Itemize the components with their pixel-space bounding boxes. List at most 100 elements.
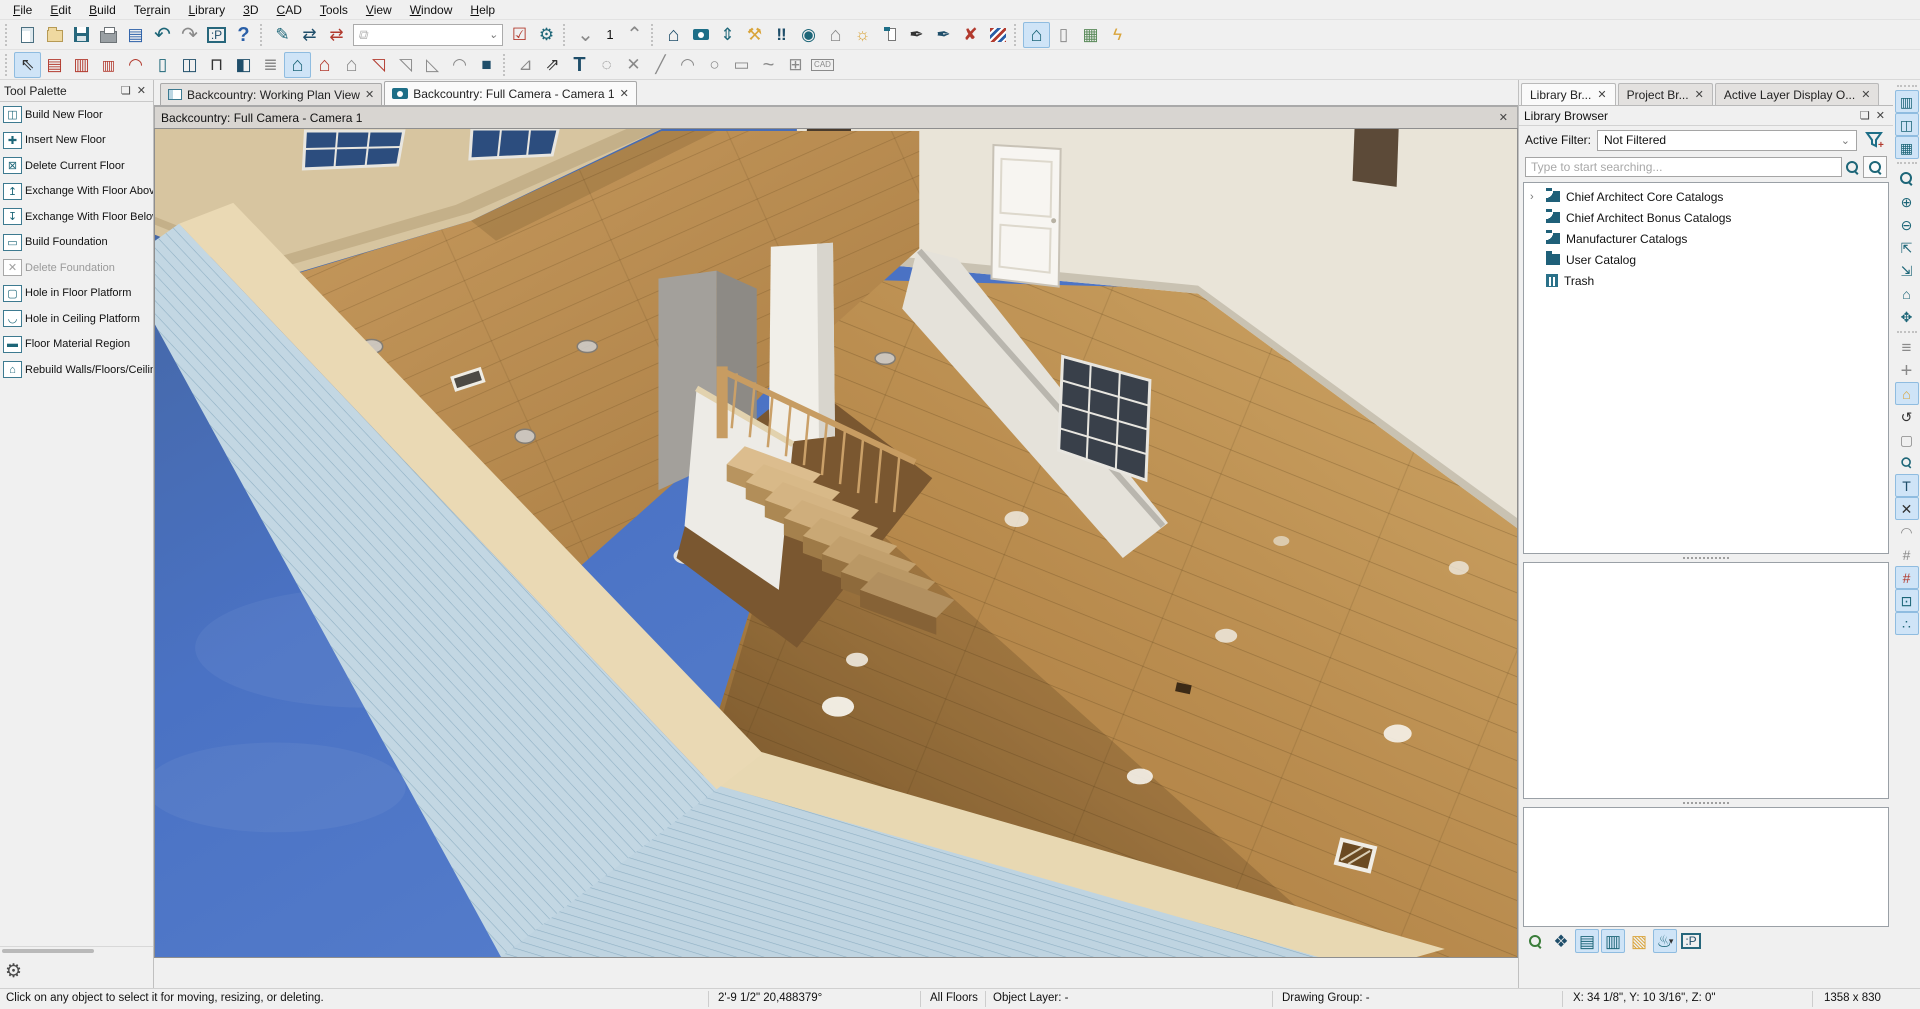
point-resize-button[interactable]: ⇱ (1895, 236, 1919, 259)
wall-opening-button[interactable]: ◧ (230, 52, 257, 78)
tab-active-layer-display[interactable]: Active Layer Display O...✕ (1715, 83, 1880, 105)
delete-view-button[interactable]: ✘ (957, 22, 984, 48)
tree-item-core-catalogs[interactable]: ›Chief Architect Core Catalogs (1524, 186, 1888, 207)
palette-item-hole-floor-platform[interactable]: ▢Hole in Floor Platform (0, 281, 153, 307)
hide-textures-button[interactable]: ▧ (1627, 929, 1651, 953)
cad-line-button[interactable]: ╱ (647, 52, 674, 78)
print-preview-button[interactable]: ▤ (122, 22, 149, 48)
palette-item-build-foundation[interactable]: ▭Build Foundation (0, 230, 153, 256)
zoom-out-button[interactable]: ⊖ (1895, 213, 1919, 236)
interior-wall-button[interactable]: ▥ (95, 52, 122, 78)
preview-panel-button[interactable]: :P (1679, 929, 1703, 953)
active-defaults-button[interactable]: :P (203, 22, 230, 48)
menu-library[interactable]: Library (179, 2, 234, 18)
scrollbar-thumb[interactable] (2, 949, 94, 953)
advanced-search-button[interactable] (1863, 156, 1887, 178)
tree-item-user-catalog[interactable]: User Catalog (1524, 249, 1888, 270)
open-plan-button[interactable] (41, 22, 68, 48)
gable-roof-button[interactable]: ◺ (419, 52, 446, 78)
grid-snaps-button[interactable]: # (1895, 566, 1919, 589)
library-search-input[interactable] (1525, 157, 1842, 177)
new-plan-button[interactable] (14, 22, 41, 48)
build-house-button[interactable]: ⌂ (284, 52, 311, 78)
zoom-in-button[interactable]: ⊕ (1895, 190, 1919, 213)
library-browser-rail-button[interactable]: ▥ (1895, 90, 1919, 113)
pane-splitter[interactable] (1519, 554, 1893, 562)
active-filter-select[interactable]: Not Filtered ⌄ (1597, 130, 1857, 151)
cross-hair-button[interactable]: + (1895, 359, 1919, 382)
camera-view-button[interactable]: ⌂ (660, 22, 687, 48)
close-tab-icon[interactable]: ✕ (1861, 88, 1870, 101)
cad-spline-button[interactable]: ~ (755, 52, 782, 78)
roof-plane-button[interactable]: ◹ (392, 52, 419, 78)
rotate-plan-button[interactable]: ↺ (1895, 405, 1919, 428)
delete-marker-button[interactable]: ✕ (1895, 497, 1919, 520)
3d-solid-button[interactable]: ■ (473, 52, 500, 78)
palette-item-hole-ceiling-platform[interactable]: ◡Hole in Ceiling Platform (0, 306, 153, 332)
floor-down-button[interactable]: ⌄ (572, 22, 599, 48)
electrical-view-button[interactable]: ϟ (1104, 22, 1131, 48)
walkthrough-button[interactable]: ‼ (768, 22, 795, 48)
tree-item-trash[interactable]: Trash (1524, 270, 1888, 291)
close-tab-icon[interactable]: ✕ (1695, 88, 1704, 101)
tab-library-browser[interactable]: Library Br...✕ (1521, 83, 1616, 105)
arc-guide-button[interactable]: ◠ (1895, 520, 1919, 543)
cad-circle-button[interactable]: ○ (701, 52, 728, 78)
menu-3d[interactable]: 3D (234, 2, 267, 18)
menu-cad[interactable]: CAD (268, 2, 311, 18)
dimension-button[interactable]: ⊿ (512, 52, 539, 78)
expand-chevron-icon[interactable]: › (1530, 191, 1540, 203)
leader-marker-button[interactable]: ◌ (593, 52, 620, 78)
selection-rect-button[interactable]: ▢ (1895, 428, 1919, 451)
adjust-lights-button[interactable]: ☼ (849, 22, 876, 48)
furniture-button[interactable]: ▤ (41, 52, 68, 78)
exterior-wall-button[interactable]: ▥ (68, 52, 95, 78)
tree-item-manufacturer-catalogs[interactable]: Manufacturer Catalogs (1524, 228, 1888, 249)
palette-scrollbar[interactable] (0, 946, 153, 954)
palette-item-rebuild-walls[interactable]: ⌂Rebuild Walls/Floors/Ceiling (0, 357, 153, 383)
display-options-button[interactable]: ☑ (506, 22, 533, 48)
picture-view-button[interactable]: ▦ (1077, 22, 1104, 48)
settings-gear-icon[interactable]: ⚙ (5, 960, 22, 983)
curved-roof-button[interactable]: ◠ (446, 52, 473, 78)
plant-chooser-button[interactable] (1523, 929, 1547, 953)
help-button[interactable]: ? (230, 22, 257, 48)
export-saved-view-button[interactable]: ⇄ (296, 22, 323, 48)
save-plan-button[interactable] (68, 22, 95, 48)
menu-build[interactable]: Build (80, 2, 125, 18)
tab-working-plan-view[interactable]: Backcountry: Working Plan View ✕ (160, 83, 382, 105)
catalog-browser-button[interactable]: ❖ (1549, 929, 1573, 953)
floor-up-button[interactable]: ⌃ (621, 22, 648, 48)
close-panel-button[interactable]: ✕ (1873, 109, 1888, 122)
full-camera-button[interactable] (687, 22, 714, 48)
menu-terrain[interactable]: Terrain (125, 2, 180, 18)
grid-display-button[interactable]: # (1895, 543, 1919, 566)
layer-display-rail-button[interactable]: ▦ (1895, 136, 1919, 159)
framing-overview-button[interactable]: ⌂ (1023, 22, 1050, 48)
menu-file[interactable]: File (4, 2, 41, 18)
float-panel-button[interactable]: ❏ (118, 84, 134, 97)
palette-item-delete-current-floor[interactable]: ⊠Delete Current Floor (0, 153, 153, 179)
fill-window-building-button[interactable]: ⌂ (1895, 282, 1919, 305)
menu-window[interactable]: Window (401, 2, 462, 18)
cad-detail-button[interactable]: CAD (809, 52, 836, 78)
project-browser-rail-button[interactable]: ◫ (1895, 113, 1919, 136)
palette-item-floor-material-region[interactable]: ▬Floor Material Region (0, 332, 153, 358)
material-eyedropper-button[interactable]: ✒ (930, 22, 957, 48)
palette-item-insert-new-floor[interactable]: ✚Insert New Floor (0, 128, 153, 154)
float-panel-button[interactable]: ❏ (1857, 109, 1873, 122)
roof-textured-button[interactable]: ◹ (365, 52, 392, 78)
window-button[interactable]: ◫ (176, 52, 203, 78)
close-tab-icon[interactable]: ✕ (365, 88, 374, 101)
undo-button[interactable]: ↶ (149, 22, 176, 48)
text-button[interactable]: T (566, 52, 593, 78)
house-wizard-button[interactable]: ⌂ (338, 52, 365, 78)
show-bottom-pane-button[interactable]: ▥ (1601, 929, 1625, 953)
tab-full-camera[interactable]: Backcountry: Full Camera - Camera 1 ✕ (384, 81, 637, 105)
customize-toolbars-button[interactable]: ⚙ (533, 22, 560, 48)
base-cabinet-button[interactable]: ⊓ (203, 52, 230, 78)
render-view-button[interactable]: ◉ (795, 22, 822, 48)
eyedropper-button[interactable]: ✒ (903, 22, 930, 48)
saved-views-select[interactable]: ⧉⌄ (353, 24, 503, 46)
show-top-pane-button[interactable]: ▤ (1575, 929, 1599, 953)
